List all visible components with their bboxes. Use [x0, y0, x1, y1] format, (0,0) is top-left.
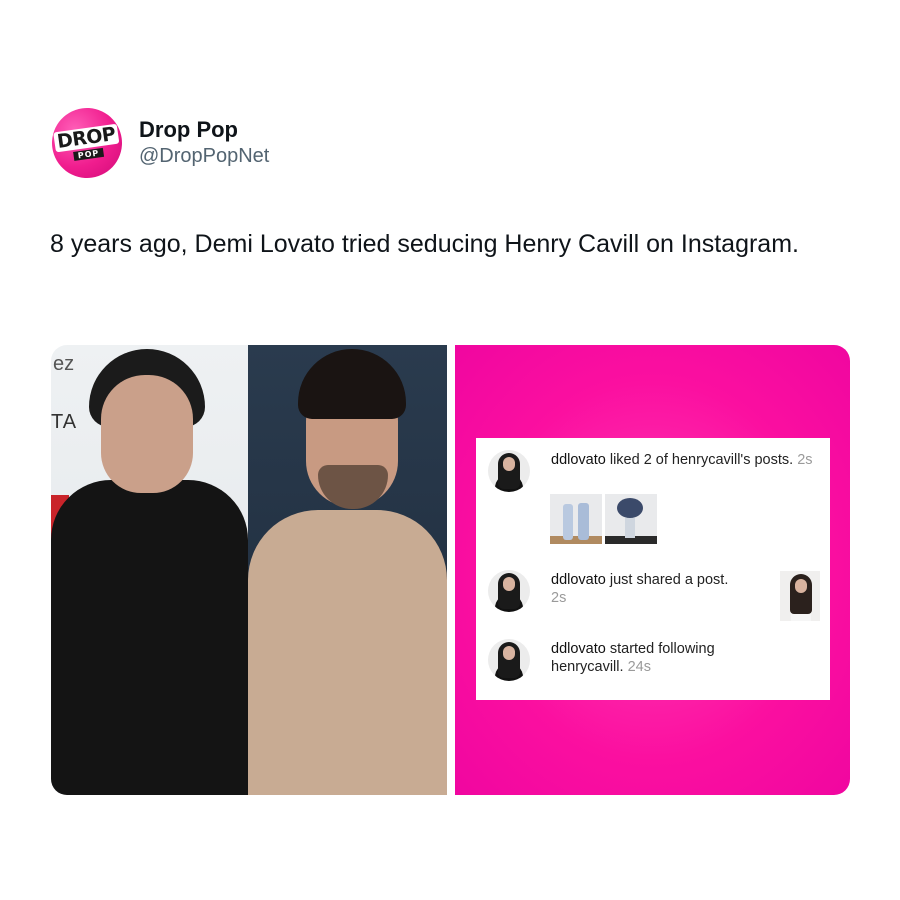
- notification-message: liked 2 of henrycavill's posts.: [605, 452, 794, 468]
- beard: [318, 465, 388, 509]
- notification-time: 24s: [627, 659, 651, 675]
- ddlovato-avatar: [488, 570, 530, 612]
- logo-text: DROP: [52, 123, 120, 153]
- liked-post-thumbnails: [550, 494, 657, 544]
- image-divider: [447, 345, 455, 795]
- post-thumbnail[interactable]: [605, 494, 657, 544]
- backdrop-text: ez: [53, 353, 75, 375]
- tweet-text: 8 years ago, Demi Lovato tried seducing …: [50, 230, 799, 258]
- instagram-activity-card: ddlovato liked 2 of henrycavill's posts.…: [476, 438, 830, 700]
- notification-time: 2s: [551, 590, 567, 606]
- notification-time: 2s: [797, 452, 813, 468]
- notification-username: ddlovato: [551, 572, 606, 588]
- photo-henry-cavill: [248, 345, 447, 795]
- tweet-media[interactable]: ez TA ddlovato liked 2 of henrycavill's …: [51, 345, 850, 795]
- face: [101, 375, 193, 493]
- notification-text: ddlovato started following henrycavill. …: [551, 640, 771, 676]
- notification-username: ddlovato: [551, 452, 606, 468]
- account-avatar[interactable]: DROP POP: [47, 103, 127, 183]
- tweet-header: DROP POP Drop Pop @DropPopNet: [47, 103, 269, 183]
- display-name[interactable]: Drop Pop: [139, 117, 269, 143]
- ddlovato-avatar: [488, 450, 530, 492]
- notification-text: ddlovato liked 2 of henrycavill's posts.…: [551, 451, 821, 469]
- post-thumbnail[interactable]: [550, 494, 602, 544]
- pink-background-panel: ddlovato liked 2 of henrycavill's posts.…: [455, 345, 850, 795]
- hair: [298, 349, 406, 419]
- account-handle[interactable]: @DropPopNet: [139, 143, 269, 169]
- black-outfit: [51, 480, 248, 795]
- sweater: [248, 510, 447, 795]
- ddlovato-avatar: [488, 639, 530, 681]
- backdrop-text-2: TA: [51, 411, 78, 433]
- shared-post-thumbnail[interactable]: [780, 571, 820, 621]
- account-names: Drop Pop @DropPopNet: [139, 117, 269, 169]
- notification-message: just shared a post.: [605, 572, 729, 588]
- notification-text: ddlovato just shared a post. 2s: [551, 571, 731, 607]
- photo-demi-lovato: ez TA: [51, 345, 248, 795]
- notification-username: ddlovato: [551, 641, 606, 657]
